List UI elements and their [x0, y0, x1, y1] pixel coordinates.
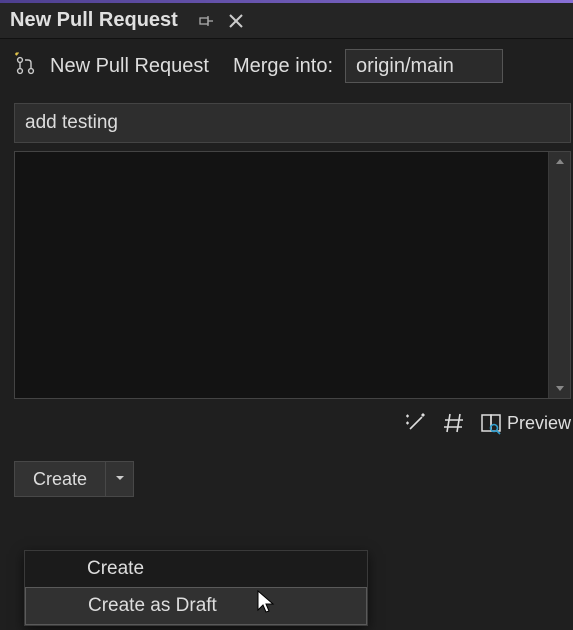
- target-branch-value: origin/main: [356, 55, 454, 78]
- chevron-down-icon: [114, 472, 126, 487]
- panel-header-controls: [198, 13, 244, 29]
- pr-toolbar: New Pull Request Merge into: origin/main: [0, 39, 573, 89]
- ai-suggest-button[interactable]: [403, 410, 429, 436]
- scroll-down-icon[interactable]: [549, 378, 570, 398]
- merge-into-label: Merge into:: [233, 55, 333, 78]
- pr-description-input[interactable]: [15, 152, 548, 398]
- scroll-up-icon[interactable]: [549, 152, 570, 172]
- pr-description-container: [14, 151, 571, 399]
- description-scrollbar[interactable]: [548, 152, 570, 398]
- preview-label: Preview: [507, 413, 571, 434]
- reference-button[interactable]: [441, 410, 467, 436]
- close-icon[interactable]: [228, 13, 244, 29]
- create-split-button: Create: [14, 461, 134, 497]
- panel-header: New Pull Request: [0, 3, 573, 39]
- target-branch-selector[interactable]: origin/main: [345, 49, 503, 83]
- new-pr-icon: [14, 52, 38, 81]
- create-button-label: Create: [33, 469, 87, 490]
- mouse-cursor-icon: [257, 590, 277, 621]
- create-dropdown-menu: Create Create as Draft: [24, 550, 368, 626]
- menu-item-create-as-draft[interactable]: Create as Draft: [25, 587, 367, 625]
- create-button[interactable]: Create: [15, 462, 105, 496]
- menu-item-create[interactable]: Create: [25, 551, 367, 587]
- toolbar-title: New Pull Request: [50, 55, 209, 78]
- panel-title: New Pull Request: [10, 9, 178, 32]
- preview-button[interactable]: Preview: [479, 411, 571, 435]
- create-dropdown-toggle[interactable]: [105, 462, 133, 496]
- pr-title-input[interactable]: [14, 103, 571, 143]
- description-toolbar: Preview: [14, 403, 571, 443]
- pin-icon[interactable]: [198, 13, 214, 29]
